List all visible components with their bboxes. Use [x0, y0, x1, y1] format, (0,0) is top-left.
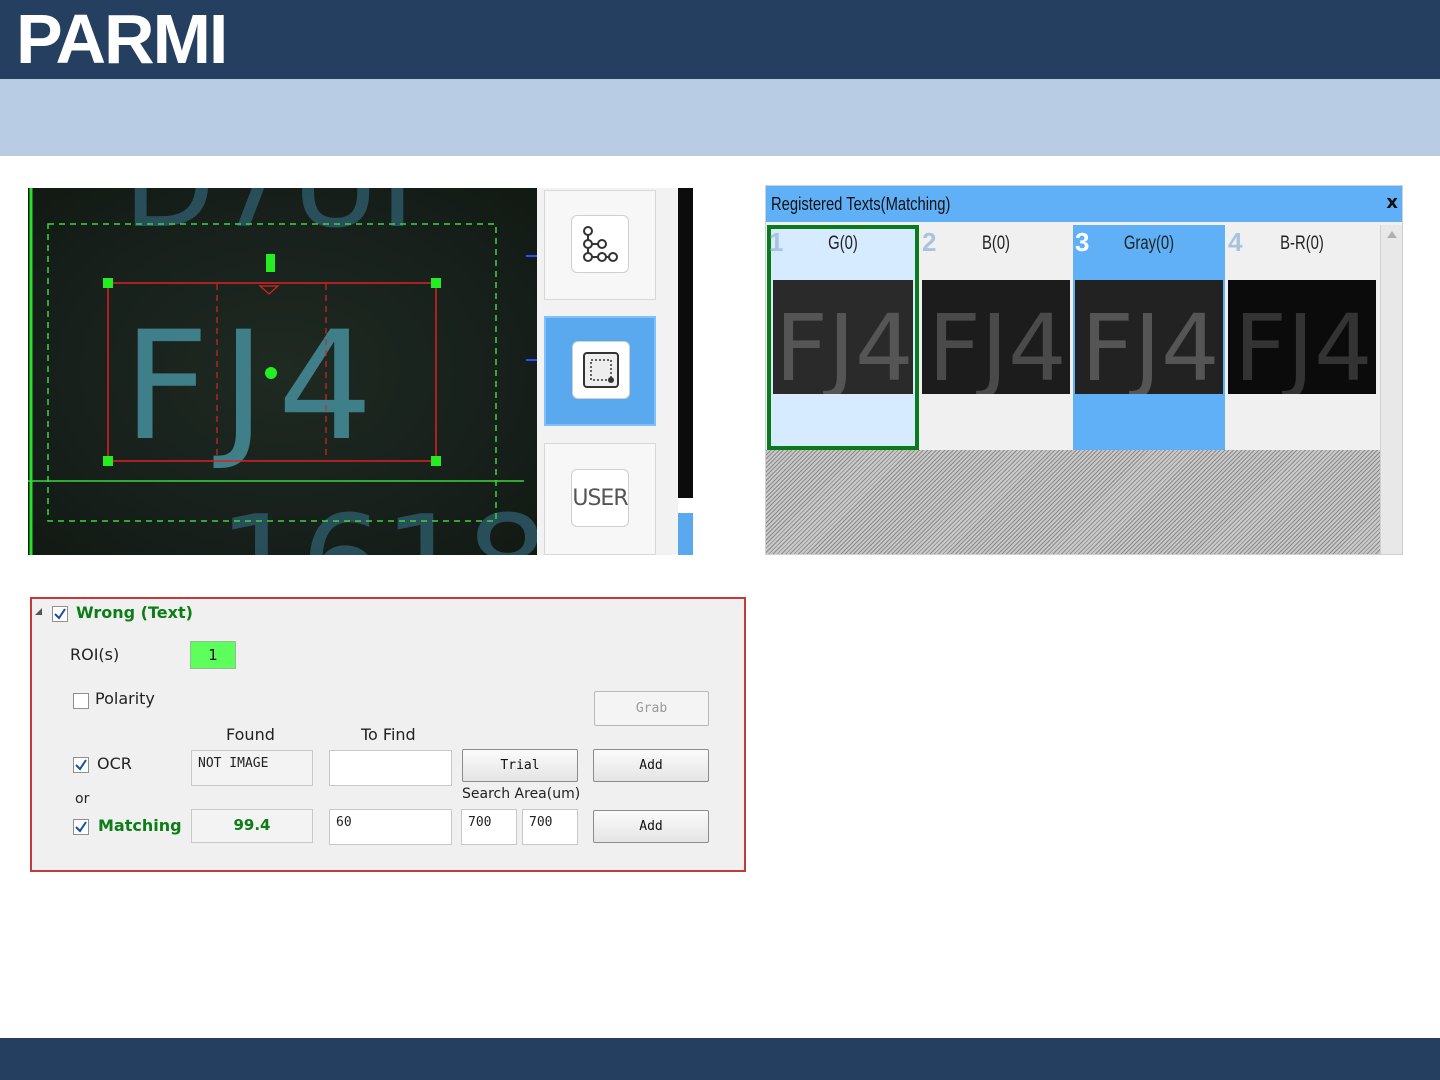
- matching-found-field: 99.4: [191, 809, 313, 843]
- preview-text: FJ4: [1081, 295, 1220, 394]
- item-number: 2: [922, 227, 937, 257]
- matching-to-find-input[interactable]: 60: [329, 809, 452, 845]
- item-label: Gray(0): [1123, 233, 1175, 254]
- camera-view[interactable]: D7UF 1618 FJ4: [28, 188, 537, 555]
- search-area-x-input[interactable]: 700: [461, 809, 517, 845]
- roi-tool-button[interactable]: [544, 316, 656, 426]
- roi-direction-marker: [258, 285, 280, 295]
- user-tool-button[interactable]: USER: [544, 443, 656, 555]
- checkmark-icon: [75, 759, 87, 771]
- vertical-scrollbar[interactable]: [1380, 225, 1402, 554]
- registered-text-item-3[interactable]: 3 Gray(0) FJ4: [1073, 225, 1225, 450]
- tool-panel: USER: [537, 188, 678, 555]
- parmi-logo: PARMI: [16, 0, 228, 78]
- registered-text-item-4[interactable]: 4 B-R(0) FJ4: [1226, 225, 1378, 450]
- empty-area-hatch: [766, 450, 1380, 554]
- item-preview: FJ4: [1075, 280, 1223, 394]
- item-number: 3: [1075, 227, 1090, 257]
- section-title: Wrong (Text): [76, 603, 193, 622]
- item-number: 1: [769, 227, 784, 257]
- dark-strip: [678, 188, 693, 498]
- trial-button[interactable]: Trial: [462, 749, 578, 782]
- main-chars-text: FJ4: [123, 300, 385, 474]
- ocr-label: OCR: [97, 754, 132, 773]
- item-label: B(0): [981, 233, 1011, 254]
- polarity-label: Polarity: [95, 689, 155, 708]
- item-preview: FJ4: [773, 280, 913, 394]
- camera-overlay: D7UF 1618 FJ4: [28, 188, 537, 555]
- item-preview: FJ4: [1228, 280, 1376, 394]
- roi-handle-tr[interactable]: [431, 278, 441, 288]
- checkmark-icon: [75, 821, 87, 833]
- item-label: G(0): [828, 233, 858, 254]
- ocr-add-button[interactable]: Add: [593, 749, 709, 782]
- roi-handle-br[interactable]: [431, 456, 441, 466]
- collapse-triangle-icon[interactable]: [35, 608, 43, 616]
- ocr-checkbox[interactable]: [73, 757, 89, 773]
- roi-handle-tl[interactable]: [103, 278, 113, 288]
- search-area-y-input[interactable]: 700: [522, 809, 578, 845]
- preview-text: FJ4: [775, 295, 913, 394]
- node-graph-icon: [571, 215, 629, 273]
- search-area-label: Search Area(um): [462, 786, 581, 802]
- checkmark-icon: [54, 608, 66, 620]
- subtitle-bar: [0, 79, 1440, 156]
- roi-center-point[interactable]: [265, 367, 277, 379]
- or-label: or: [75, 791, 90, 807]
- item-preview: FJ4: [922, 280, 1070, 394]
- user-label: USER: [572, 485, 628, 511]
- node-tool-button[interactable]: [544, 190, 656, 300]
- registered-texts-title: Registered Texts(Matching): [771, 194, 951, 214]
- ocr-to-find-input[interactable]: [329, 750, 452, 786]
- registered-texts-panel: Registered Texts(Matching) x 1 G(0) FJ4 …: [765, 185, 1403, 555]
- roi-rotate-handle[interactable]: [266, 254, 275, 272]
- roi-handle-bl[interactable]: [103, 456, 113, 466]
- footer-bar: [0, 1038, 1440, 1080]
- roi-count-field[interactable]: 1: [190, 641, 236, 669]
- preview-text: FJ4: [928, 295, 1067, 394]
- to-find-header: To Find: [361, 725, 416, 744]
- matching-add-button[interactable]: Add: [593, 810, 709, 843]
- user-label-box: USER: [571, 469, 629, 527]
- preview-text: FJ4: [1234, 295, 1373, 394]
- item-number: 4: [1228, 227, 1243, 257]
- roi-select-icon: [572, 341, 630, 399]
- registered-text-item-2[interactable]: 2 B(0) FJ4: [920, 225, 1072, 450]
- close-icon[interactable]: x: [1386, 192, 1398, 213]
- section-checkbox[interactable]: [52, 606, 68, 622]
- header-bar: PARMI: [0, 0, 1440, 79]
- polarity-checkbox[interactable]: [73, 693, 89, 709]
- registered-text-item-1[interactable]: 1 G(0) FJ4: [767, 225, 919, 450]
- grab-button[interactable]: Grab: [594, 691, 709, 726]
- found-header: Found: [226, 725, 275, 744]
- scroll-up-icon[interactable]: [1387, 231, 1397, 238]
- roi-label: ROI(s): [70, 645, 120, 664]
- registered-texts-titlebar: Registered Texts(Matching) x: [766, 186, 1402, 222]
- side-tab[interactable]: [678, 513, 693, 555]
- wrong-text-settings-panel: Wrong (Text) ROI(s) 1 Polarity Grab Foun…: [30, 597, 746, 872]
- item-label: B-R(0): [1280, 233, 1324, 254]
- matching-checkbox[interactable]: [73, 819, 89, 835]
- top-partial-text: D7UF: [123, 188, 449, 255]
- matching-label: Matching: [98, 816, 182, 835]
- ocr-found-field: NOT IMAGE: [191, 750, 313, 786]
